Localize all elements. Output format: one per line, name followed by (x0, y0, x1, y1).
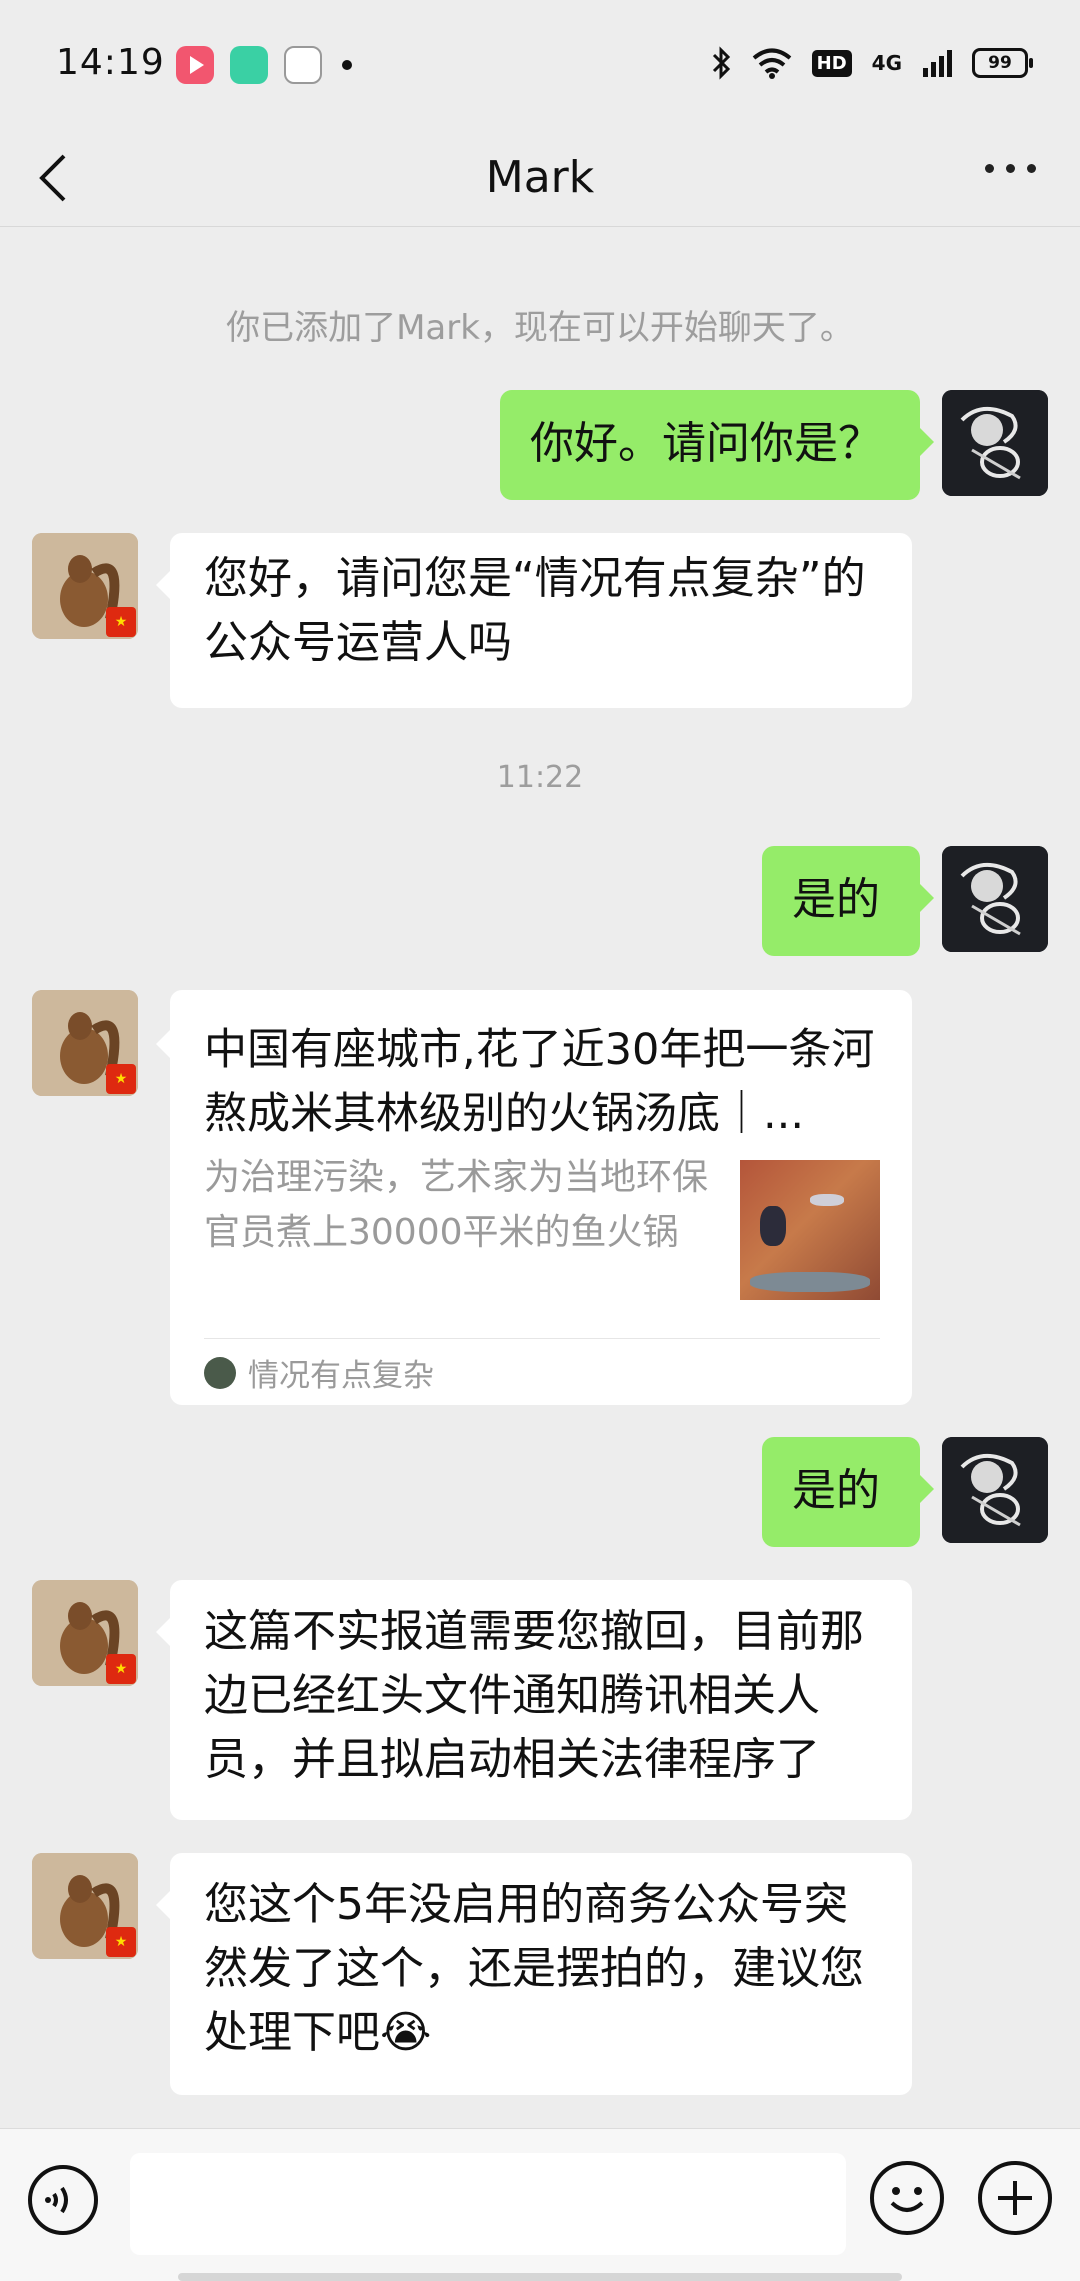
message-bubble-sent[interactable]: 是的 (762, 1437, 934, 1547)
message-timestamp: 11:22 (496, 760, 584, 795)
message-text: 你好。请问你是？ (530, 418, 882, 469)
contact-avatar[interactable]: ★ (32, 990, 138, 1096)
shop-app-icon (284, 46, 322, 84)
message-text: 是的 (792, 1465, 880, 1516)
message-bubble-received[interactable]: 您好，请问您是“情况有点复杂”的公众号运营人吗 (156, 533, 912, 708)
signal-icon (923, 50, 952, 77)
bluetooth-icon (712, 46, 730, 80)
message-bubble-sent[interactable]: 你好。请问你是？ (500, 390, 934, 500)
message-text: 这篇不实报道需要您撤回，目前那边已经红头文件通知腾讯相关人员，并且拟启动相关法律… (204, 1606, 864, 1785)
flag-icon: ★ (106, 1654, 136, 1684)
article-thumbnail (740, 1160, 880, 1300)
my-avatar[interactable] (942, 1437, 1048, 1543)
account-avatar-icon (204, 1356, 236, 1389)
plus-icon[interactable] (978, 2161, 1052, 2235)
my-avatar[interactable] (942, 846, 1048, 952)
message-bubble-sent[interactable]: 是的 (762, 846, 934, 956)
message-bubble-received[interactable]: 您这个5年没启用的商务公众号突然发了这个，还是摆拍的，建议您处理下吧😭 (156, 1853, 912, 2095)
message-text: 您好，请问您是“情况有点复杂”的公众号运营人吗 (204, 553, 866, 668)
flag-icon: ★ (106, 1927, 136, 1957)
article-description: 为治理污染，艺术家为当地环保官员煮上30000平米的鱼火锅 (204, 1157, 709, 1253)
card-divider (204, 1338, 880, 1339)
wifi-icon (752, 48, 791, 79)
status-indicators: HD 4G 99 (712, 46, 1033, 80)
voice-icon[interactable] (28, 2165, 98, 2235)
more-notifications-icon (342, 60, 352, 70)
contact-avatar[interactable]: ★ (32, 1853, 138, 1959)
status-bar: 14:19 HD 4G 99 (0, 0, 1080, 130)
message-text: 是的 (792, 874, 880, 925)
article-title: 中国有座城市,花了近30年把一条河熬成米其林级别的火锅汤底｜... (204, 1025, 875, 1139)
chat-title: Mark (485, 152, 595, 203)
chat-input-bar (0, 2128, 1080, 2281)
source-name: 情况有点复杂 (248, 1358, 434, 1394)
message-text: 您这个5年没启用的商务公众号突然发了这个，还是摆拍的，建议您处理下吧😭 (204, 1879, 864, 2058)
system-tip: 你已添加了Mark，现在可以开始聊天了。 (226, 308, 854, 348)
status-time: 14:19 (56, 42, 165, 83)
message-bubble-received[interactable]: 这篇不实报道需要您撤回，目前那边已经红头文件通知腾讯相关人员，并且拟启动相关法律… (156, 1580, 912, 1820)
message-input[interactable] (130, 2153, 846, 2255)
my-avatar[interactable] (942, 390, 1048, 496)
flag-icon: ★ (106, 1064, 136, 1094)
chat-header: Mark (0, 130, 1080, 227)
battery-icon: 99 (972, 48, 1033, 78)
more-icon[interactable] (985, 164, 1036, 173)
network-indicator: 4G (871, 51, 902, 75)
status-app-icons (176, 46, 352, 84)
chat-app-icon (230, 46, 268, 84)
article-link-card[interactable]: 中国有座城市,花了近30年把一条河熬成米其林级别的火锅汤底｜... 为治理污染，… (156, 990, 912, 1405)
video-app-icon (176, 46, 214, 84)
hd-voice-badge: HD (811, 49, 852, 77)
contact-avatar[interactable]: ★ (32, 533, 138, 639)
contact-avatar[interactable]: ★ (32, 1580, 138, 1686)
article-source: 情况有点复杂 (204, 1350, 434, 1395)
emoji-icon[interactable] (870, 2161, 944, 2235)
flag-icon: ★ (106, 607, 136, 637)
